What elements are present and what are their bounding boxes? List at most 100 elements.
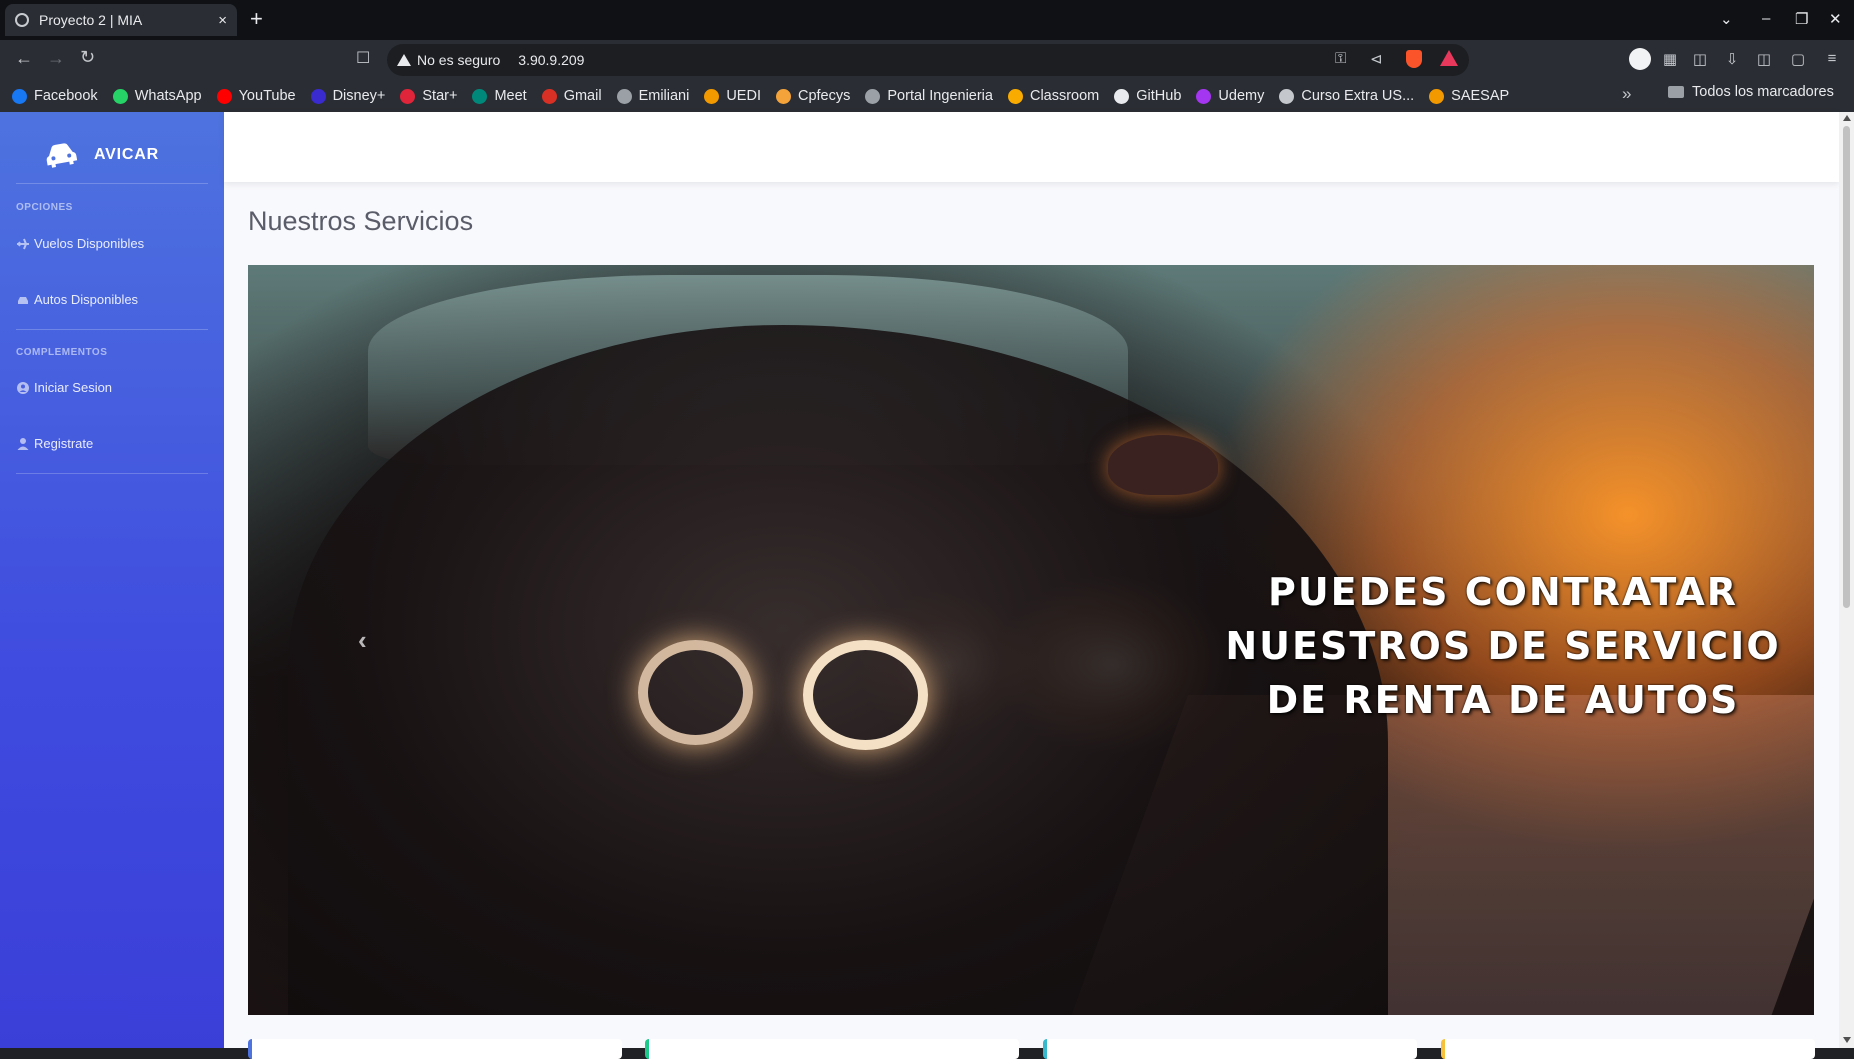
bookmark-label: Curso Extra US... <box>1301 88 1415 104</box>
sidebar-item-label: Vuelos Disponibles <box>34 236 145 251</box>
bookmark-item[interactable]: Cpfecys <box>775 88 850 104</box>
bookmark-favicon-icon <box>216 88 232 104</box>
tab-search-icon[interactable]: ⌄ <box>1720 10 1733 28</box>
bookmark-label: Classroom <box>1029 88 1100 104</box>
car-logo-icon <box>46 143 78 168</box>
forward-icon[interactable]: → <box>47 48 65 69</box>
bookmark-item[interactable]: Facebook <box>12 88 98 104</box>
extension-icon[interactable]: ▦ <box>1660 50 1680 70</box>
all-bookmarks-label: Todos los marcadores <box>1692 84 1834 100</box>
stat-card <box>248 1039 622 1059</box>
bookmark-item[interactable]: Curso Extra US... <box>1279 88 1414 104</box>
sidebar-item-registrate[interactable]: Registrate <box>16 436 93 451</box>
sidebar-divider <box>16 183 208 184</box>
sidebar-heading-complementos: COMPLEMENTOS <box>16 347 108 358</box>
puzzle-icon[interactable]: ◫ <box>1690 50 1710 70</box>
more-bookmarks-icon[interactable]: » <box>1622 84 1631 104</box>
bookmark-item[interactable]: Star+ <box>400 88 457 104</box>
share-icon[interactable]: ⊲ <box>1370 50 1383 68</box>
bookmark-item[interactable]: GitHub <box>1114 88 1181 104</box>
bookmark-label: Star+ <box>422 88 458 104</box>
bookmark-label: YouTube <box>238 88 296 104</box>
sidebar-item-label: Registrate <box>34 436 94 451</box>
bookmark-label: Udemy <box>1218 88 1265 104</box>
reload-icon[interactable]: ↻ <box>80 47 95 68</box>
profile-avatar[interactable] <box>1629 48 1651 70</box>
stat-card <box>1043 1039 1417 1059</box>
carousel-prev-button[interactable]: ‹ <box>358 625 378 655</box>
sidebar-item-vuelos[interactable]: Vuelos Disponibles <box>16 236 144 251</box>
bookmark-favicon-icon <box>112 88 128 104</box>
user-icon <box>17 437 29 450</box>
page-scrollbar[interactable] <box>1839 112 1854 1048</box>
stat-card <box>1441 1039 1815 1059</box>
car-icon <box>18 296 28 304</box>
bookmark-label: Portal Ingenieria <box>887 88 993 104</box>
sidebar-toggle-icon[interactable]: ◫ <box>1754 50 1774 70</box>
carousel-image-mirror <box>1108 435 1218 495</box>
scroll-down-icon[interactable] <box>1843 1037 1851 1043</box>
menu-icon[interactable]: ≡ <box>1822 50 1842 70</box>
bookmark-label: Emiliani <box>638 88 690 104</box>
bookmark-favicon-icon <box>310 88 326 104</box>
restore-button[interactable]: ❐ <box>1795 10 1808 28</box>
bookmark-label: GitHub <box>1136 88 1182 104</box>
bookmark-favicon-icon <box>12 88 27 104</box>
bookmark-favicon-icon <box>400 88 416 104</box>
bookmark-item[interactable]: SAESAP <box>1429 88 1509 104</box>
all-bookmarks-folder[interactable]: Todos los marcadores <box>1668 84 1834 100</box>
bookmark-favicon-icon <box>1429 88 1445 104</box>
back-icon[interactable]: ← <box>15 48 33 69</box>
brave-shields-icon[interactable] <box>1406 50 1422 68</box>
bookmark-item[interactable]: YouTube <box>216 88 296 104</box>
brave-rewards-icon[interactable] <box>1440 50 1458 66</box>
address-bar[interactable]: No es seguro 3.90.9.209 <box>387 44 1469 76</box>
bookmark-label: WhatsApp <box>134 88 202 104</box>
minimize-button[interactable]: – <box>1762 10 1770 27</box>
sidebar-item-autos[interactable]: Autos Disponibles <box>16 292 138 307</box>
url-text[interactable]: 3.90.9.209 <box>518 52 584 68</box>
sidebar-divider <box>16 329 208 330</box>
bookmark-item[interactable]: UEDI <box>704 88 761 104</box>
bookmark-item[interactable]: Udemy <box>1196 88 1264 104</box>
page-title: Nuestros Servicios <box>248 206 474 236</box>
bookmark-item[interactable]: Emiliani <box>616 88 690 104</box>
key-icon[interactable]: ⚿ <box>1335 50 1346 67</box>
close-tab-icon[interactable]: × <box>218 12 227 29</box>
globe-icon <box>15 13 29 27</box>
bookmark-item[interactable]: WhatsApp <box>112 88 202 104</box>
bookmark-item[interactable]: Classroom <box>1007 88 1100 104</box>
sidebar-item-iniciar-sesion[interactable]: Iniciar Sesion <box>16 380 112 395</box>
brand-name: AVICAR <box>94 146 159 163</box>
bookmark-icon[interactable]: ☐ <box>356 48 370 68</box>
sidebar-item-label: Autos Disponibles <box>34 292 139 307</box>
new-tab-button[interactable]: + <box>250 6 263 32</box>
bookmark-item[interactable]: Meet <box>472 88 527 104</box>
browser-tab[interactable]: Proyecto 2 | MIA × <box>5 4 237 36</box>
user-circle-icon <box>17 381 29 394</box>
bookmark-favicon-icon <box>472 88 488 104</box>
wallet-icon[interactable]: ▢ <box>1788 50 1808 70</box>
page-viewport: AVICAR OPCIONES Vuelos Disponibles Autos… <box>0 112 1854 1059</box>
headlight-left <box>638 640 753 745</box>
bookmark-item[interactable]: Disney+ <box>310 88 386 104</box>
bookmark-favicon-icon <box>775 88 791 104</box>
warning-icon <box>397 54 411 66</box>
download-icon[interactable]: ⇩ <box>1722 50 1742 70</box>
security-indicator[interactable]: No es seguro <box>417 52 500 68</box>
brand-link[interactable]: AVICAR <box>44 130 214 180</box>
bookmark-item[interactable]: Gmail <box>541 88 602 104</box>
close-window-button[interactable]: ✕ <box>1829 10 1842 28</box>
bookmark-label: SAESAP <box>1451 88 1510 104</box>
bookmark-favicon-icon <box>1196 88 1212 104</box>
bookmark-favicon-icon <box>1114 88 1130 104</box>
bookmark-label: Gmail <box>563 88 602 104</box>
bookmark-item[interactable]: Portal Ingenieria <box>865 88 993 104</box>
scrollbar-thumb[interactable] <box>1843 126 1850 608</box>
bookmark-favicon-icon <box>1007 88 1023 104</box>
tab-title: Proyecto 2 | MIA <box>39 12 143 28</box>
bookmark-label: Disney+ <box>332 88 386 104</box>
services-carousel[interactable]: PUEDES CONTRATAR NUESTROS DE SERVICIO DE… <box>248 265 1814 1015</box>
scroll-up-icon[interactable] <box>1843 115 1851 121</box>
bookmark-favicon-icon <box>541 88 557 104</box>
